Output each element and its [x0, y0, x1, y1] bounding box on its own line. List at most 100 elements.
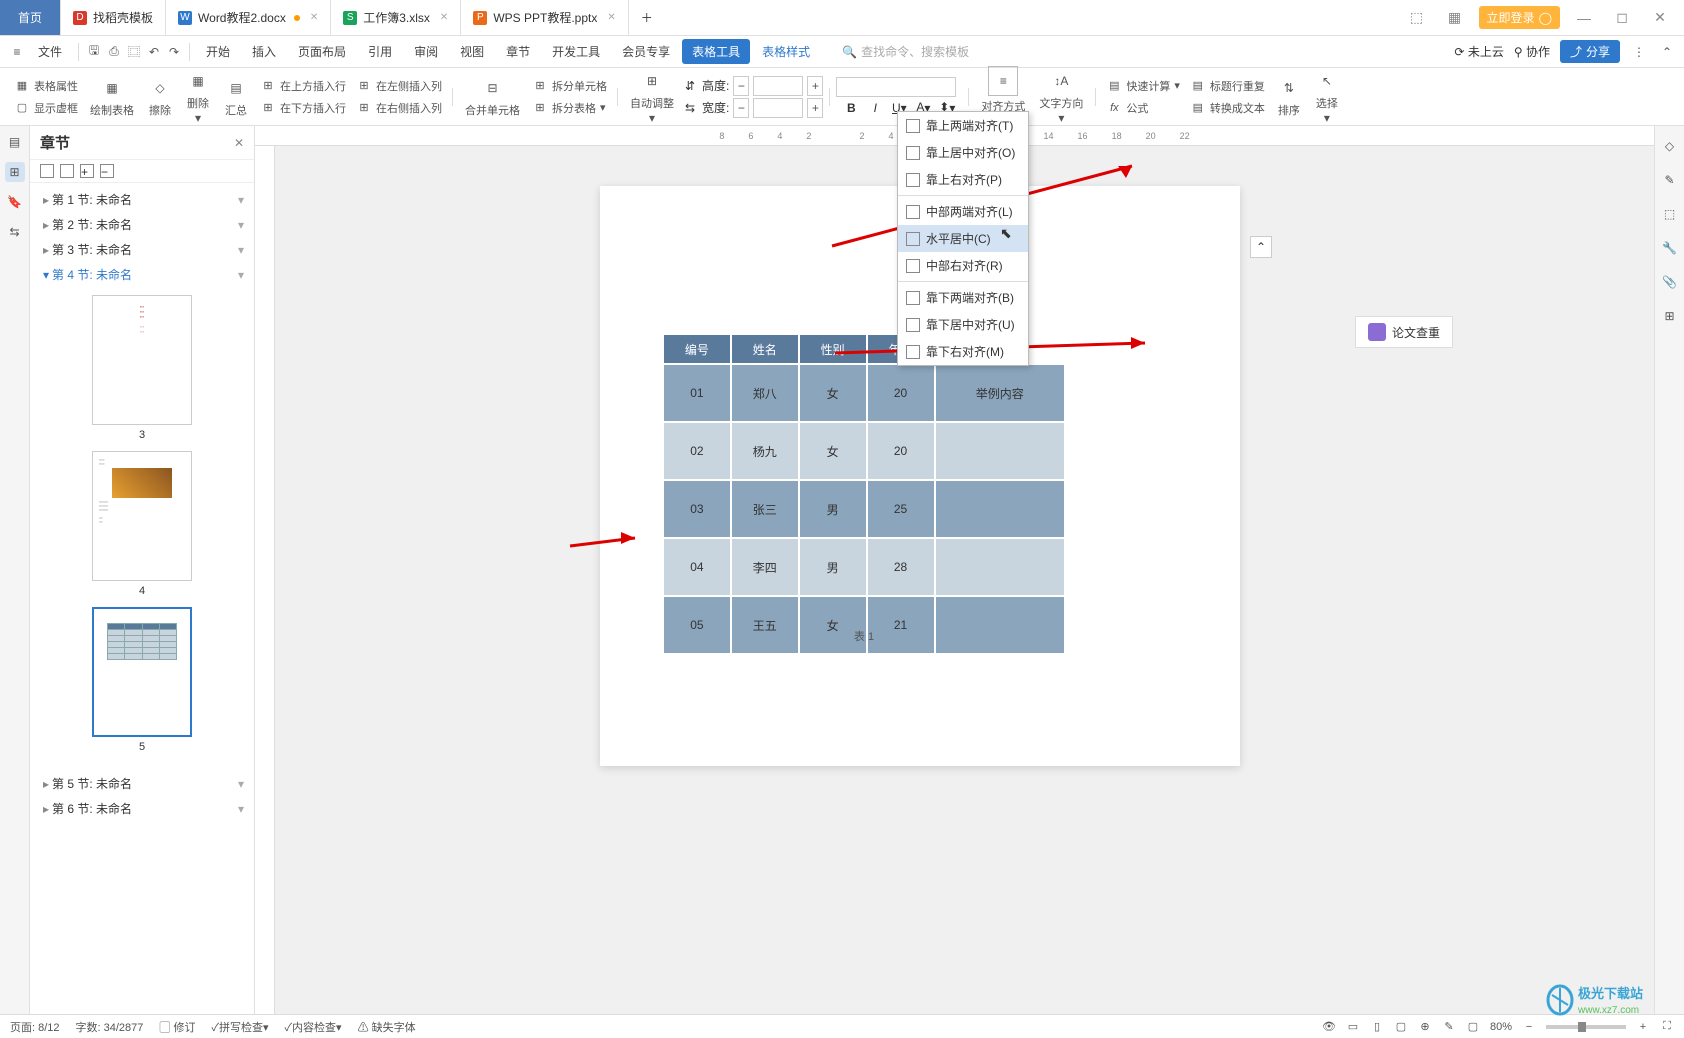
eye-icon[interactable]: 👁 [1322, 1020, 1336, 1034]
view-web-icon[interactable]: ▢ [1394, 1020, 1408, 1034]
split-table-button[interactable]: ⊞拆分表格▾ [528, 98, 611, 118]
menu-review[interactable]: 审阅 [404, 39, 448, 64]
bold-button[interactable]: B [842, 99, 860, 117]
nav-close-icon[interactable]: ✕ [234, 136, 244, 150]
select-tool-icon[interactable]: ⬚ [1660, 204, 1680, 224]
close-icon[interactable]: ✕ [607, 12, 615, 23]
delete-button[interactable]: ▦删除▾ [180, 67, 216, 127]
page-status[interactable]: 页面: 8/12 [10, 1019, 60, 1035]
align-mid-both[interactable]: 中部两端对齐(L) [898, 198, 1028, 225]
content-check[interactable]: ✓内容检查▾ [285, 1019, 342, 1035]
menu-start[interactable]: 开始 [196, 39, 240, 64]
view-print-icon[interactable]: ▭ [1346, 1020, 1360, 1034]
zoom-slider[interactable] [1546, 1025, 1626, 1029]
track-changes[interactable]: ▢ 修订 [159, 1019, 195, 1035]
width-dec[interactable]: − [733, 98, 749, 118]
nav-tool-4[interactable]: − [100, 164, 114, 178]
formula-button[interactable]: fx公式 [1102, 98, 1184, 118]
nav-section-6[interactable]: ▸第 6 节: 未命名▾ [30, 796, 254, 821]
height-input[interactable] [753, 76, 803, 96]
align-top-center[interactable]: 靠上居中对齐(O) [898, 139, 1028, 166]
tab-word-doc[interactable]: W Word教程2.docx ✕ [166, 0, 331, 35]
insert-row-above[interactable]: ⊞在上方插入行 [256, 76, 350, 96]
text-direction-button[interactable]: ↕A文字方向▾ [1033, 67, 1089, 127]
title-repeat-button[interactable]: ▤标题行重复 [1186, 76, 1269, 96]
tab-ppt[interactable]: P WPS PPT教程.pptx ✕ [461, 0, 628, 35]
menu-insert[interactable]: 插入 [242, 39, 286, 64]
th-no[interactable]: 编号 [663, 334, 731, 364]
align-bot-center[interactable]: 靠下居中对齐(U) [898, 311, 1028, 338]
height-inc[interactable]: + [807, 76, 823, 96]
menu-devtools[interactable]: 开发工具 [542, 39, 610, 64]
new-tab[interactable]: ＋ [629, 0, 665, 35]
menu-view[interactable]: 视图 [450, 39, 494, 64]
wrench-icon[interactable]: 🔧 [1660, 238, 1680, 258]
document-table[interactable]: 编号 姓名 性别 年龄 01郑八女20举例内容 02杨九女20 03张三男25 … [662, 333, 1066, 655]
insert-col-left[interactable]: ⊞在左侧插入列 [352, 76, 446, 96]
nav-section-5[interactable]: ▸第 5 节: 未命名▾ [30, 771, 254, 796]
close-window-icon[interactable]: ✕ [1646, 9, 1674, 26]
split-cell-button[interactable]: ⊞拆分单元格 [528, 76, 611, 96]
erase-button[interactable]: ◇擦除 [142, 74, 178, 120]
minimize-icon[interactable]: — [1570, 10, 1598, 26]
diamond-icon[interactable]: ◇ [1660, 136, 1680, 156]
more-icon[interactable]: ⊞ [1660, 306, 1680, 326]
cloud-status[interactable]: ⟳ 未上云 [1454, 43, 1503, 60]
maximize-icon[interactable]: ◻ [1608, 9, 1636, 26]
outline-icon[interactable]: ▤ [5, 132, 25, 152]
italic-button[interactable]: I [866, 99, 884, 117]
more-icon[interactable]: ⋮ [1630, 43, 1648, 61]
preview-icon[interactable]: ⿴ [125, 43, 143, 61]
width-inc[interactable]: + [807, 98, 823, 118]
align-top-right[interactable]: 靠上右对齐(P) [898, 166, 1028, 193]
nav-tool-2[interactable] [60, 164, 74, 178]
menu-table-style[interactable]: 表格样式 [752, 39, 820, 64]
nav-tool-3[interactable]: + [80, 164, 94, 178]
undo-icon[interactable]: ↶ [145, 43, 163, 61]
clip-icon[interactable]: 📎 [1660, 272, 1680, 292]
page-thumb-4[interactable]: ━━━━━━━━━━━━━━━━━━━━━━━━━ [92, 451, 192, 581]
zoom-out-icon[interactable]: − [1522, 1020, 1536, 1034]
page-thumb-3[interactable]: ▪▪▪▪▪▪▪▪▪▫▫▫▫▫▫ [92, 295, 192, 425]
redo-icon[interactable]: ↷ [165, 43, 183, 61]
login-button[interactable]: 立即登录◯ [1479, 6, 1560, 29]
fullscreen-icon[interactable]: ⛶ [1660, 1020, 1674, 1034]
apps-icon[interactable]: ▦ [1441, 9, 1469, 26]
nav-tool-1[interactable] [40, 164, 54, 178]
globe-icon[interactable]: ⊕ [1418, 1020, 1432, 1034]
insert-col-right[interactable]: ⊞在右侧插入列 [352, 98, 446, 118]
print-icon[interactable]: ⎙ [105, 43, 123, 61]
sort-button[interactable]: ⇅排序 [1271, 74, 1307, 120]
vertical-ruler[interactable] [255, 146, 275, 1014]
word-count[interactable]: 字数: 34/2877 [76, 1019, 144, 1035]
share-button[interactable]: ⤴ 分享 [1560, 40, 1620, 63]
nav-section-4[interactable]: ▾第 4 节: 未命名▾ [30, 262, 254, 287]
align-bot-both[interactable]: 靠下两端对齐(B) [898, 284, 1028, 311]
draw-table-button[interactable]: ▦绘制表格 [84, 74, 140, 120]
nav-section-1[interactable]: ▸第 1 节: 未命名▾ [30, 187, 254, 212]
view-read-icon[interactable]: ▯ [1370, 1020, 1384, 1034]
height-dec[interactable]: − [733, 76, 749, 96]
page-thumb-5[interactable] [92, 607, 192, 737]
align-bot-right[interactable]: 靠下右对齐(M) [898, 338, 1028, 365]
align-top-both[interactable]: 靠上两端对齐(T) [898, 112, 1028, 139]
file-menu[interactable]: 文件 [28, 39, 72, 64]
th-name[interactable]: 姓名 [731, 334, 799, 364]
collapse-ribbon-icon[interactable]: ⌃ [1658, 43, 1676, 61]
font-family-input[interactable] [836, 77, 956, 97]
menu-pagelayout[interactable]: 页面布局 [288, 39, 356, 64]
collapse-float-icon[interactable]: ⌃ [1250, 236, 1272, 258]
to-text-button[interactable]: ▤转换成文本 [1186, 98, 1269, 118]
nav-section-3[interactable]: ▸第 3 节: 未命名▾ [30, 237, 254, 262]
zoom-value[interactable]: 80% [1490, 1021, 1512, 1033]
pen-icon[interactable]: ✎ [1660, 170, 1680, 190]
summary-button[interactable]: ▤汇总 [218, 74, 254, 120]
menu-member[interactable]: 会员专享 [612, 39, 680, 64]
th-gender[interactable]: 性别 [799, 334, 867, 364]
table-props-button[interactable]: ▦表格属性 [10, 76, 82, 96]
menu-table-tools[interactable]: 表格工具 [682, 39, 750, 64]
select-button[interactable]: ↖选择▾ [1309, 67, 1345, 127]
nav-section-2[interactable]: ▸第 2 节: 未命名▾ [30, 212, 254, 237]
auto-adjust-button[interactable]: ⊞自动调整▾ [624, 67, 680, 127]
show-dashed-button[interactable]: ▢显示虚框 [10, 98, 82, 118]
